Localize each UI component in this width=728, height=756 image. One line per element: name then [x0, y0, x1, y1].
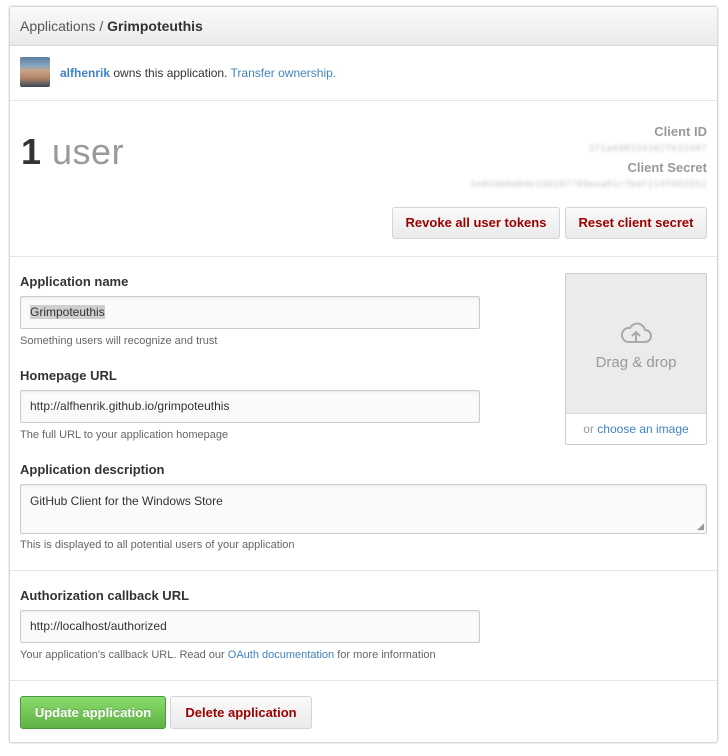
cloud-upload-icon — [620, 322, 652, 343]
oauth-documentation-link[interactable]: OAuth documentation — [228, 649, 334, 661]
homepage-url-label: Homepage URL — [20, 368, 117, 383]
update-application-button[interactable]: Update application — [20, 696, 166, 729]
owner-description: owns this application. — [110, 66, 231, 80]
application-name-help: Something users will recognize and trust — [20, 335, 218, 347]
callback-url-label: Authorization callback URL — [20, 588, 190, 603]
reset-client-secret-button[interactable]: Reset client secret — [565, 207, 707, 239]
footer-divider — [10, 680, 717, 681]
drag-drop-text: Drag & drop — [595, 354, 677, 371]
homepage-url-input[interactable]: http://alfhenrik.github.io/grimpoteuthis — [20, 390, 480, 423]
owner-text: alfhenrik owns this application. Transfe… — [60, 66, 336, 80]
client-id-value: 371a4d0334162fb32447 — [588, 144, 707, 154]
resize-grip-icon[interactable]: ◢ — [697, 522, 704, 531]
callback-url-input[interactable]: http://localhost/authorized — [20, 610, 480, 643]
transfer-ownership-link[interactable]: Transfer ownership. — [231, 66, 337, 80]
user-count: 1 user — [21, 131, 124, 173]
delete-application-button[interactable]: Delete application — [170, 696, 312, 729]
callback-help-suffix: for more information — [334, 649, 436, 661]
breadcrumb: Applications / Grimpoteuthis — [10, 7, 717, 46]
description-help: This is displayed to all potential users… — [20, 539, 295, 551]
client-secret-label: Client Secret — [627, 160, 707, 175]
client-id-label: Client ID — [654, 124, 707, 139]
user-count-label: user — [41, 131, 125, 172]
breadcrumb-applications-link[interactable]: Applications — [20, 18, 96, 34]
application-name-value: Grimpoteuthis — [30, 305, 105, 319]
owner-avatar[interactable] — [20, 57, 50, 87]
homepage-url-help: The full URL to your application homepag… — [20, 429, 229, 441]
description-textarea[interactable]: GitHub Client for the Windows Store ◢ — [20, 484, 707, 534]
revoke-tokens-button[interactable]: Revoke all user tokens — [392, 207, 560, 239]
breadcrumb-separator: / — [95, 18, 108, 34]
breadcrumb-current: Grimpoteuthis — [107, 18, 203, 34]
stats-row: 1 user Client ID 371a4d0334162fb32447 Cl… — [10, 101, 717, 257]
logo-drop-area[interactable]: Drag & drop — [566, 274, 706, 414]
owner-username-link[interactable]: alfhenrik — [60, 66, 110, 80]
owner-row: alfhenrik owns this application. Transfe… — [10, 46, 717, 101]
description-value: GitHub Client for the Windows Store — [30, 494, 223, 508]
application-name-input[interactable]: Grimpoteuthis — [20, 296, 480, 329]
application-settings-panel: Applications / Grimpoteuthis alfhenrik o… — [9, 6, 718, 743]
callback-url-help: Your application's callback URL. Read ou… — [20, 649, 436, 661]
logo-dropzone[interactable]: Drag & drop or choose an image — [565, 273, 707, 445]
choose-image-link[interactable]: choose an image — [597, 422, 688, 436]
user-count-number: 1 — [21, 131, 42, 172]
choose-image-prefix: or — [583, 422, 598, 436]
application-name-label: Application name — [20, 274, 129, 289]
choose-image-row: or choose an image — [566, 422, 706, 436]
description-label: Application description — [20, 462, 165, 477]
client-secret-value: 1e03469d04e1d0197799eea91c7bdf214f092552 — [470, 180, 707, 190]
callback-help-prefix: Your application's callback URL. Read ou… — [20, 649, 228, 661]
section-divider — [10, 570, 717, 571]
